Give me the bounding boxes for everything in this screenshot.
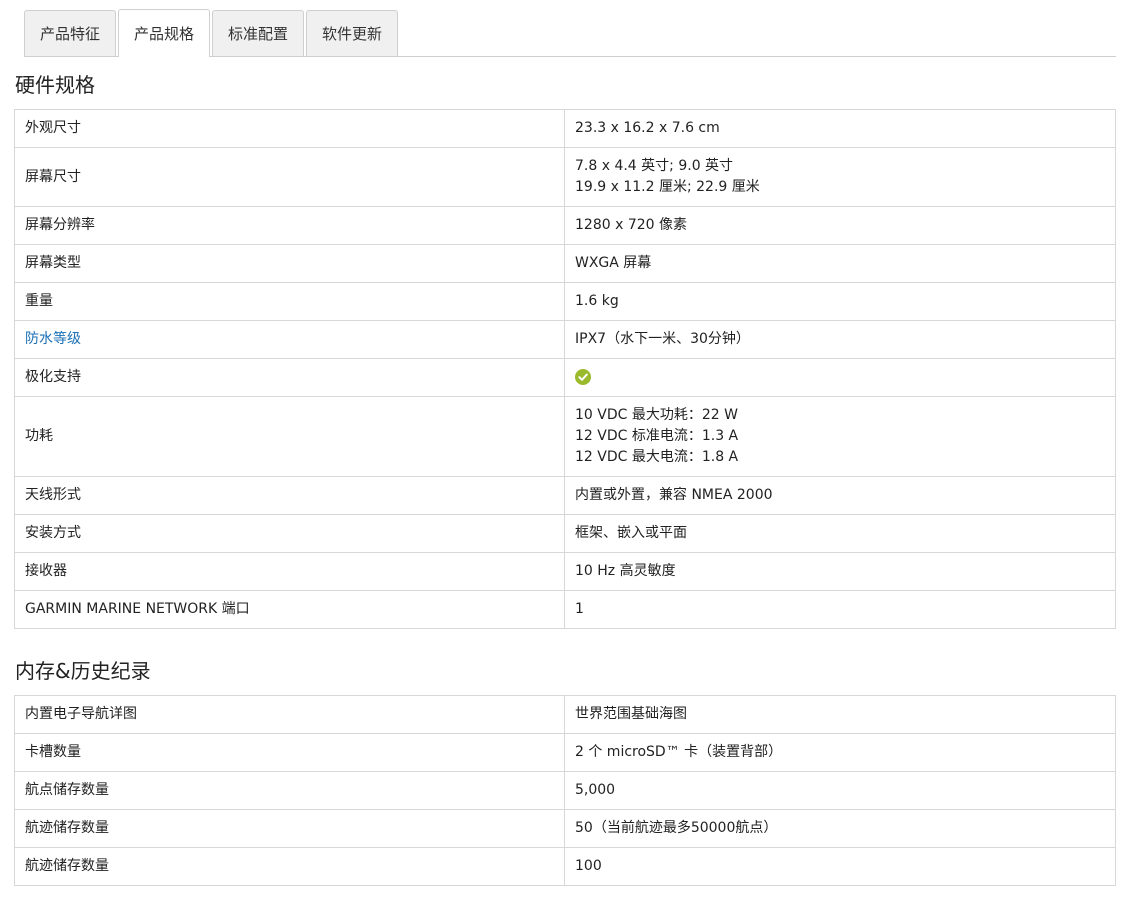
- spec-value: 10 VDC 最大功耗：22 W 12 VDC 标准电流：1.3 A 12 VDC …: [564, 396, 1116, 477]
- spec-label: 接收器: [14, 552, 565, 591]
- spec-row: 防水等级 IPX7（水下一米、30分钟）: [14, 320, 1116, 359]
- spec-value-line: 12 VDC 标准电流：1.3 A: [575, 428, 739, 444]
- spec-row: 接收器 10 Hz 高灵敏度: [14, 552, 1116, 591]
- spec-value: 1280 x 720 像素: [564, 206, 1116, 245]
- hardware-spec-table: 外观尺寸 23.3 x 16.2 x 7.6 cm 屏幕尺寸 7.8 x 4.4 英寸…: [14, 109, 1116, 629]
- spec-label: 安装方式: [14, 514, 565, 553]
- spec-value-line: 23.3 x 16.2 x 7.6 cm: [575, 120, 720, 136]
- spec-value-line: 10 Hz 高灵敏度: [575, 563, 676, 579]
- spec-value: WXGA 屏幕: [564, 244, 1116, 283]
- spec-row: 功耗 10 VDC 最大功耗：22 W 12 VDC 标准电流：1.3 A 12 VD…: [14, 396, 1116, 477]
- spec-label: 内置电子导航详图: [14, 695, 565, 734]
- spec-value: 23.3 x 16.2 x 7.6 cm: [564, 109, 1116, 148]
- spec-value-line: 世界范围基础海图: [575, 706, 687, 722]
- tab-specs[interactable]: 产品规格: [118, 9, 211, 57]
- spec-label: 航迹储存数量: [14, 809, 565, 848]
- spec-value-line: 框架、嵌入或平面: [575, 525, 687, 541]
- spec-value-line: 内置或外置，兼容 NMEA 2000: [575, 487, 773, 503]
- spec-row: 卡槽数量 2 个 microSD™ 卡（装置背部）: [14, 733, 1116, 772]
- spec-value: 10 Hz 高灵敏度: [564, 552, 1116, 591]
- spec-label: 天线形式: [14, 476, 565, 515]
- spec-label: 屏幕尺寸: [14, 147, 565, 207]
- spec-row: 极化支持: [14, 358, 1116, 397]
- spec-value: IPX7（水下一米、30分钟）: [564, 320, 1116, 359]
- spec-value: 世界范围基础海图: [564, 695, 1116, 734]
- spec-value-line: 1: [575, 601, 584, 617]
- spec-row: 天线形式 内置或外置，兼容 NMEA 2000: [14, 476, 1116, 515]
- spec-label: 外观尺寸: [14, 109, 565, 148]
- spec-value-line: 50（当前航迹最多50000航点）: [575, 820, 778, 836]
- spec-value: 框架、嵌入或平面: [564, 514, 1116, 553]
- spec-row: 重量 1.6 kg: [14, 282, 1116, 321]
- tab-software-updates[interactable]: 软件更新: [306, 10, 399, 56]
- spec-value: 100: [564, 847, 1116, 886]
- tab-in-the-box[interactable]: 标准配置: [212, 10, 305, 56]
- spec-value-line: 1280 x 720 像素: [575, 217, 687, 233]
- spec-value: 7.8 x 4.4 英寸; 9.0 英寸 19.9 x 11.2 厘米; 22.9…: [564, 147, 1116, 207]
- waterproof-rating-link[interactable]: 防水等级: [14, 320, 565, 359]
- spec-label: GARMIN MARINE NETWORK 端口: [14, 590, 565, 629]
- spec-value: [564, 358, 1116, 397]
- spec-value-line: 5,000: [575, 782, 616, 798]
- spec-row: 航迹储存数量 100: [14, 847, 1116, 886]
- spec-row: GARMIN MARINE NETWORK 端口 1: [14, 590, 1116, 629]
- spec-value: 1: [564, 590, 1116, 629]
- spec-value-line: 12 VDC 最大电流：1.8 A: [575, 449, 739, 465]
- spec-value-line: 2 个 microSD™ 卡（装置背部）: [575, 744, 783, 760]
- spec-value: 2 个 microSD™ 卡（装置背部）: [564, 733, 1116, 772]
- spec-label: 重量: [14, 282, 565, 321]
- spec-value: 50（当前航迹最多50000航点）: [564, 809, 1116, 848]
- spec-value-line: 1.6 kg: [575, 293, 619, 309]
- spec-value-line: 7.8 x 4.4 英寸; 9.0 英寸: [575, 158, 734, 174]
- spec-row: 安装方式 框架、嵌入或平面: [14, 514, 1116, 553]
- spec-value-line: 10 VDC 最大功耗：22 W: [575, 407, 738, 423]
- spec-row: 屏幕分辨率 1280 x 720 像素: [14, 206, 1116, 245]
- tab-features[interactable]: 产品特征: [24, 10, 117, 56]
- spec-label: 屏幕分辨率: [14, 206, 565, 245]
- spec-value: 1.6 kg: [564, 282, 1116, 321]
- spec-label: 航迹储存数量: [14, 847, 565, 886]
- memory-section-title: 内存&历史纪录: [15, 659, 151, 683]
- hardware-section-title: 硬件规格: [15, 73, 95, 97]
- spec-label: 航点储存数量: [14, 771, 565, 810]
- check-icon: [575, 369, 591, 385]
- spec-row: 航点储存数量 5,000: [14, 771, 1116, 810]
- spec-row: 屏幕类型 WXGA 屏幕: [14, 244, 1116, 283]
- tab-bar: 产品特征 产品规格 标准配置 软件更新: [24, 9, 1116, 57]
- spec-row: 外观尺寸 23.3 x 16.2 x 7.6 cm: [14, 109, 1116, 148]
- memory-spec-table: 内置电子导航详图 世界范围基础海图 卡槽数量 2 个 microSD™ 卡（装置背部）…: [14, 695, 1116, 886]
- spec-value: 内置或外置，兼容 NMEA 2000: [564, 476, 1116, 515]
- spec-value-line: IPX7（水下一米、30分钟）: [575, 331, 750, 347]
- spec-label: 功耗: [14, 396, 565, 477]
- spec-value-line: 19.9 x 11.2 厘米; 22.9 厘米: [575, 179, 760, 195]
- spec-value-line: 100: [575, 858, 602, 874]
- spec-row: 屏幕尺寸 7.8 x 4.4 英寸; 9.0 英寸 19.9 x 11.2 厘米; …: [14, 147, 1116, 207]
- spec-label: 卡槽数量: [14, 733, 565, 772]
- spec-label: 极化支持: [14, 358, 565, 397]
- spec-label: 屏幕类型: [14, 244, 565, 283]
- spec-value: 5,000: [564, 771, 1116, 810]
- spec-row: 航迹储存数量 50（当前航迹最多50000航点）: [14, 809, 1116, 848]
- spec-row: 内置电子导航详图 世界范围基础海图: [14, 695, 1116, 734]
- spec-value-line: WXGA 屏幕: [575, 255, 652, 271]
